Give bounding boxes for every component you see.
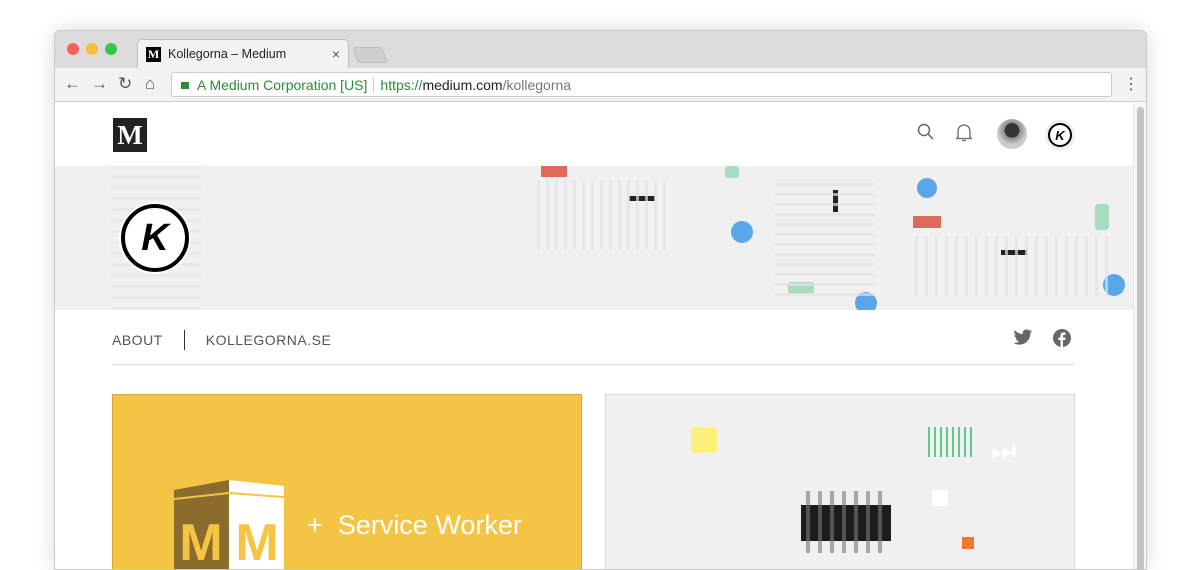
card-title: + Service Worker: [307, 510, 522, 541]
browser-toolbar: ← → ↻ ⌂ A Medium Corporation [US] https:…: [55, 68, 1146, 102]
publication-badge[interactable]: K: [1045, 120, 1075, 150]
close-window-button[interactable]: [67, 43, 79, 55]
tab-bar: M Kollegorna – Medium ×: [55, 31, 1146, 68]
post-card-service-worker[interactable]: M M + Service Worker: [112, 394, 582, 570]
url-path: /kollegorna: [502, 76, 572, 93]
decor-shape: [725, 166, 739, 178]
facebook-icon[interactable]: [1053, 329, 1071, 352]
medium-logo[interactable]: M: [113, 118, 147, 152]
mm-logo-icon: M M: [174, 480, 284, 570]
decor-shape: [691, 427, 717, 453]
user-avatar[interactable]: [997, 119, 1027, 149]
decor-shape: [731, 221, 753, 243]
decor-shape: [928, 427, 972, 457]
fast-forward-icon: ⏭: [991, 435, 1017, 466]
divider: [373, 76, 375, 93]
forward-icon[interactable]: →: [91, 74, 108, 94]
twitter-icon[interactable]: [1013, 329, 1033, 351]
minimize-window-button[interactable]: [86, 43, 98, 55]
chip-pins: [806, 491, 886, 553]
decor-shape: [541, 166, 567, 177]
reload-icon[interactable]: ↻: [118, 74, 132, 94]
scrollbar[interactable]: [1133, 103, 1146, 569]
nav-about[interactable]: ABOUT: [112, 332, 163, 348]
new-tab-button[interactable]: [352, 47, 388, 63]
medium-favicon-icon: M: [146, 46, 161, 62]
card-title-text: Service Worker: [337, 510, 522, 540]
address-bar[interactable]: A Medium Corporation [US] https:// mediu…: [171, 72, 1112, 97]
browser-window: M Kollegorna – Medium × ← → ↻ ⌂ A Medium…: [54, 30, 1147, 570]
page-content: M K K ABOUT KOLLEGORNA.SE M M + Service …: [55, 103, 1133, 569]
nav-divider-line: [112, 364, 1075, 365]
lock-icon: [181, 82, 189, 89]
back-icon[interactable]: ←: [64, 74, 81, 94]
kollegorna-logo: K: [121, 204, 189, 272]
nav-divider: [183, 330, 185, 350]
plus-sign: +: [307, 510, 323, 540]
url-scheme: https://: [380, 76, 423, 93]
decor-shape: [913, 216, 941, 228]
decor-shape: [1095, 204, 1109, 230]
decor-shape: [932, 490, 948, 506]
maximize-window-button[interactable]: [105, 43, 117, 55]
browser-tab[interactable]: M Kollegorna – Medium ×: [137, 39, 349, 68]
publication-banner: K: [55, 166, 1133, 310]
decor-shape: [917, 178, 937, 198]
nav-kollegorna-se[interactable]: KOLLEGORNA.SE: [206, 332, 332, 348]
svg-text:M: M: [179, 514, 222, 570]
decor-pattern: [915, 236, 1115, 296]
decor-shape: [962, 537, 974, 549]
home-icon[interactable]: ⌂: [145, 74, 155, 94]
publication-nav: ABOUT KOLLEGORNA.SE: [112, 330, 331, 350]
kollegorna-badge-logo: K: [1048, 123, 1072, 147]
svg-text:M: M: [235, 514, 278, 570]
post-card-illustration[interactable]: ⏭: [605, 394, 1075, 569]
bell-icon[interactable]: [955, 123, 973, 148]
decor-pattern: [537, 180, 667, 250]
tab-title: Kollegorna – Medium: [168, 47, 287, 61]
tab-close-icon[interactable]: ×: [332, 46, 340, 62]
menu-icon[interactable]: ⋮: [1123, 74, 1139, 94]
scrollbar-thumb[interactable]: [1137, 107, 1144, 569]
url-host: medium.com: [422, 76, 503, 93]
decor-pattern: [775, 176, 875, 296]
search-icon[interactable]: [917, 123, 935, 146]
security-label: A Medium Corporation [US]: [197, 76, 368, 93]
publication-logo: K: [119, 202, 191, 274]
